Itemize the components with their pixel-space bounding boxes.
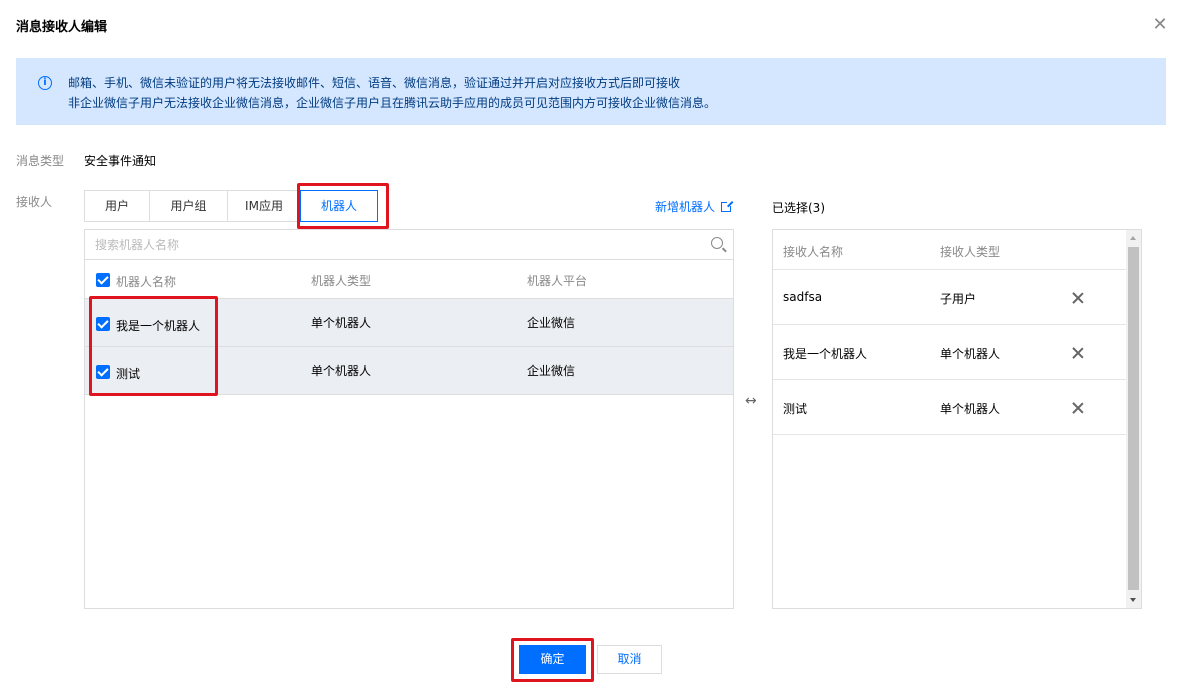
highlight-selected-robots bbox=[89, 296, 218, 396]
selected-panel: 接收人名称 接收人类型 sadfsa 子用户 我是一个机器人 单个机器人 测试 … bbox=[772, 229, 1142, 609]
tab-im-app[interactable]: IM应用 bbox=[227, 190, 301, 222]
selected-name: 我是一个机器人 bbox=[783, 347, 868, 361]
remove-icon[interactable] bbox=[1071, 346, 1085, 360]
selected-type: 单个机器人 bbox=[940, 402, 1001, 416]
cancel-button[interactable]: 取消 bbox=[597, 645, 662, 674]
selected-title: 已选择(3) bbox=[772, 201, 825, 215]
notice-banner bbox=[16, 58, 1166, 125]
tab-robot[interactable]: 机器人 bbox=[300, 190, 378, 222]
notice-line-2: 非企业微信子用户无法接收企业微信消息，企业微信子用户且在腾讯云助手应用的成员可见… bbox=[68, 96, 717, 110]
robot-list-panel: 机器人名称 机器人类型 机器人平台 我是一个机器人 单个机器人 企业微信 测试 … bbox=[84, 229, 734, 609]
add-robot-label: 新增机器人 bbox=[655, 200, 716, 214]
info-icon: i bbox=[38, 76, 52, 90]
scrollbar[interactable] bbox=[1126, 230, 1141, 608]
dialog-title: 消息接收人编辑 bbox=[16, 20, 108, 35]
scroll-down-icon[interactable] bbox=[1130, 598, 1136, 602]
robot-type: 单个机器人 bbox=[311, 316, 372, 330]
tab-user[interactable]: 用户 bbox=[84, 190, 150, 222]
selected-column-type: 接收人类型 bbox=[940, 245, 1001, 259]
tab-user-group[interactable]: 用户组 bbox=[149, 190, 228, 222]
close-icon[interactable]: ✕ bbox=[1150, 14, 1170, 36]
search-icon[interactable] bbox=[711, 237, 723, 249]
table-header: 机器人名称 机器人类型 机器人平台 bbox=[85, 260, 733, 299]
selected-name: 测试 bbox=[783, 402, 808, 416]
column-header-platform: 机器人平台 bbox=[527, 274, 588, 288]
remove-icon[interactable] bbox=[1071, 401, 1085, 415]
column-header-name: 机器人名称 bbox=[116, 275, 177, 289]
msg-type-label: 消息类型 bbox=[16, 154, 65, 168]
selected-header: 接收人名称 接收人类型 bbox=[773, 230, 1126, 270]
selected-type: 单个机器人 bbox=[940, 347, 1001, 361]
receiver-tabs: 用户 用户组 IM应用 机器人 bbox=[84, 190, 378, 222]
receiver-label: 接收人 bbox=[16, 195, 53, 209]
selected-name: sadfsa bbox=[783, 290, 823, 304]
swap-arrow-icon: ↔ bbox=[745, 393, 757, 409]
search-input[interactable] bbox=[95, 236, 695, 254]
robot-platform: 企业微信 bbox=[527, 316, 576, 330]
selected-row: sadfsa 子用户 bbox=[773, 270, 1126, 325]
external-link-icon bbox=[721, 201, 733, 212]
msg-type-value: 安全事件通知 bbox=[84, 154, 157, 168]
robot-type: 单个机器人 bbox=[311, 364, 372, 378]
selected-type: 子用户 bbox=[940, 292, 977, 306]
add-robot-link[interactable]: 新增机器人 bbox=[655, 198, 733, 215]
remove-icon[interactable] bbox=[1071, 291, 1085, 305]
notice-line-1: 邮箱、手机、微信未验证的用户将无法接收邮件、短信、语音、微信消息，验证通过并开启… bbox=[68, 76, 681, 90]
column-header-type: 机器人类型 bbox=[311, 274, 372, 288]
robot-platform: 企业微信 bbox=[527, 364, 576, 378]
selected-row: 我是一个机器人 单个机器人 bbox=[773, 325, 1126, 380]
selected-column-name: 接收人名称 bbox=[783, 245, 844, 259]
scrollbar-thumb[interactable] bbox=[1128, 247, 1139, 590]
search-bar bbox=[85, 230, 733, 260]
selected-row: 测试 单个机器人 bbox=[773, 380, 1126, 435]
highlight-confirm-button bbox=[511, 638, 594, 682]
select-all-checkbox[interactable] bbox=[96, 273, 110, 287]
scroll-up-icon[interactable] bbox=[1130, 236, 1136, 240]
